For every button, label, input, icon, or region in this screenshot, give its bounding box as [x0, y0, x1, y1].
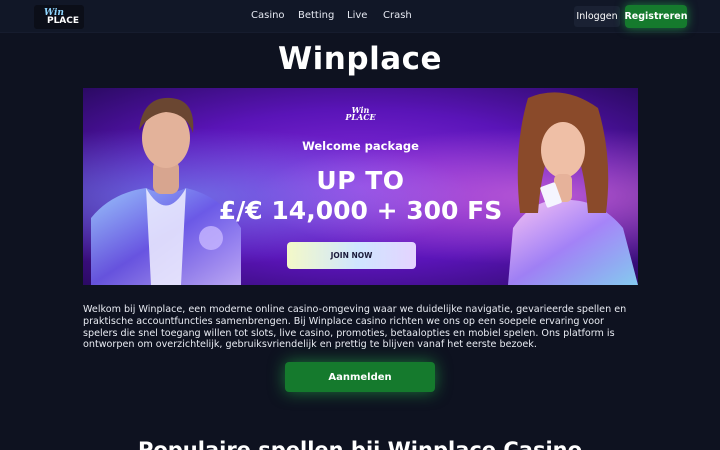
nav-item-betting[interactable]: Betting [298, 10, 334, 21]
banner-logo-line2: PLACE [345, 112, 376, 123]
banner-upto: UP TO [316, 166, 405, 195]
nav-item-live[interactable]: Live [347, 10, 367, 21]
banner-amount: £/€ 14,000 + 300 FS [218, 196, 503, 225]
popular-games-heading: Populaire spellen bij Winplace Casino [137, 438, 583, 450]
intro-text: Welkom bij Winplace, een moderne online … [83, 304, 627, 351]
site-header: Win PLACE Casino Betting Live Crash Inlo… [0, 0, 720, 33]
page-title: Winplace [277, 41, 443, 77]
nav-item-casino[interactable]: Casino [251, 10, 285, 21]
register-button[interactable]: Registreren [624, 5, 688, 28]
welcome-banner[interactable]: Win PLACE Welcome package UP TO £/€ 14,0… [83, 88, 638, 285]
banner-welcome: Welcome package [302, 139, 419, 153]
signup-button[interactable]: Aanmelden [285, 362, 435, 392]
site-logo[interactable]: Win PLACE [34, 5, 84, 29]
login-button[interactable]: Inloggen [574, 6, 620, 27]
logo-line2: PLACE [46, 15, 80, 26]
banner-logo: Win PLACE [83, 106, 638, 123]
nav-item-crash[interactable]: Crash [383, 10, 412, 21]
join-now-button[interactable]: JOIN NOW [287, 242, 416, 269]
